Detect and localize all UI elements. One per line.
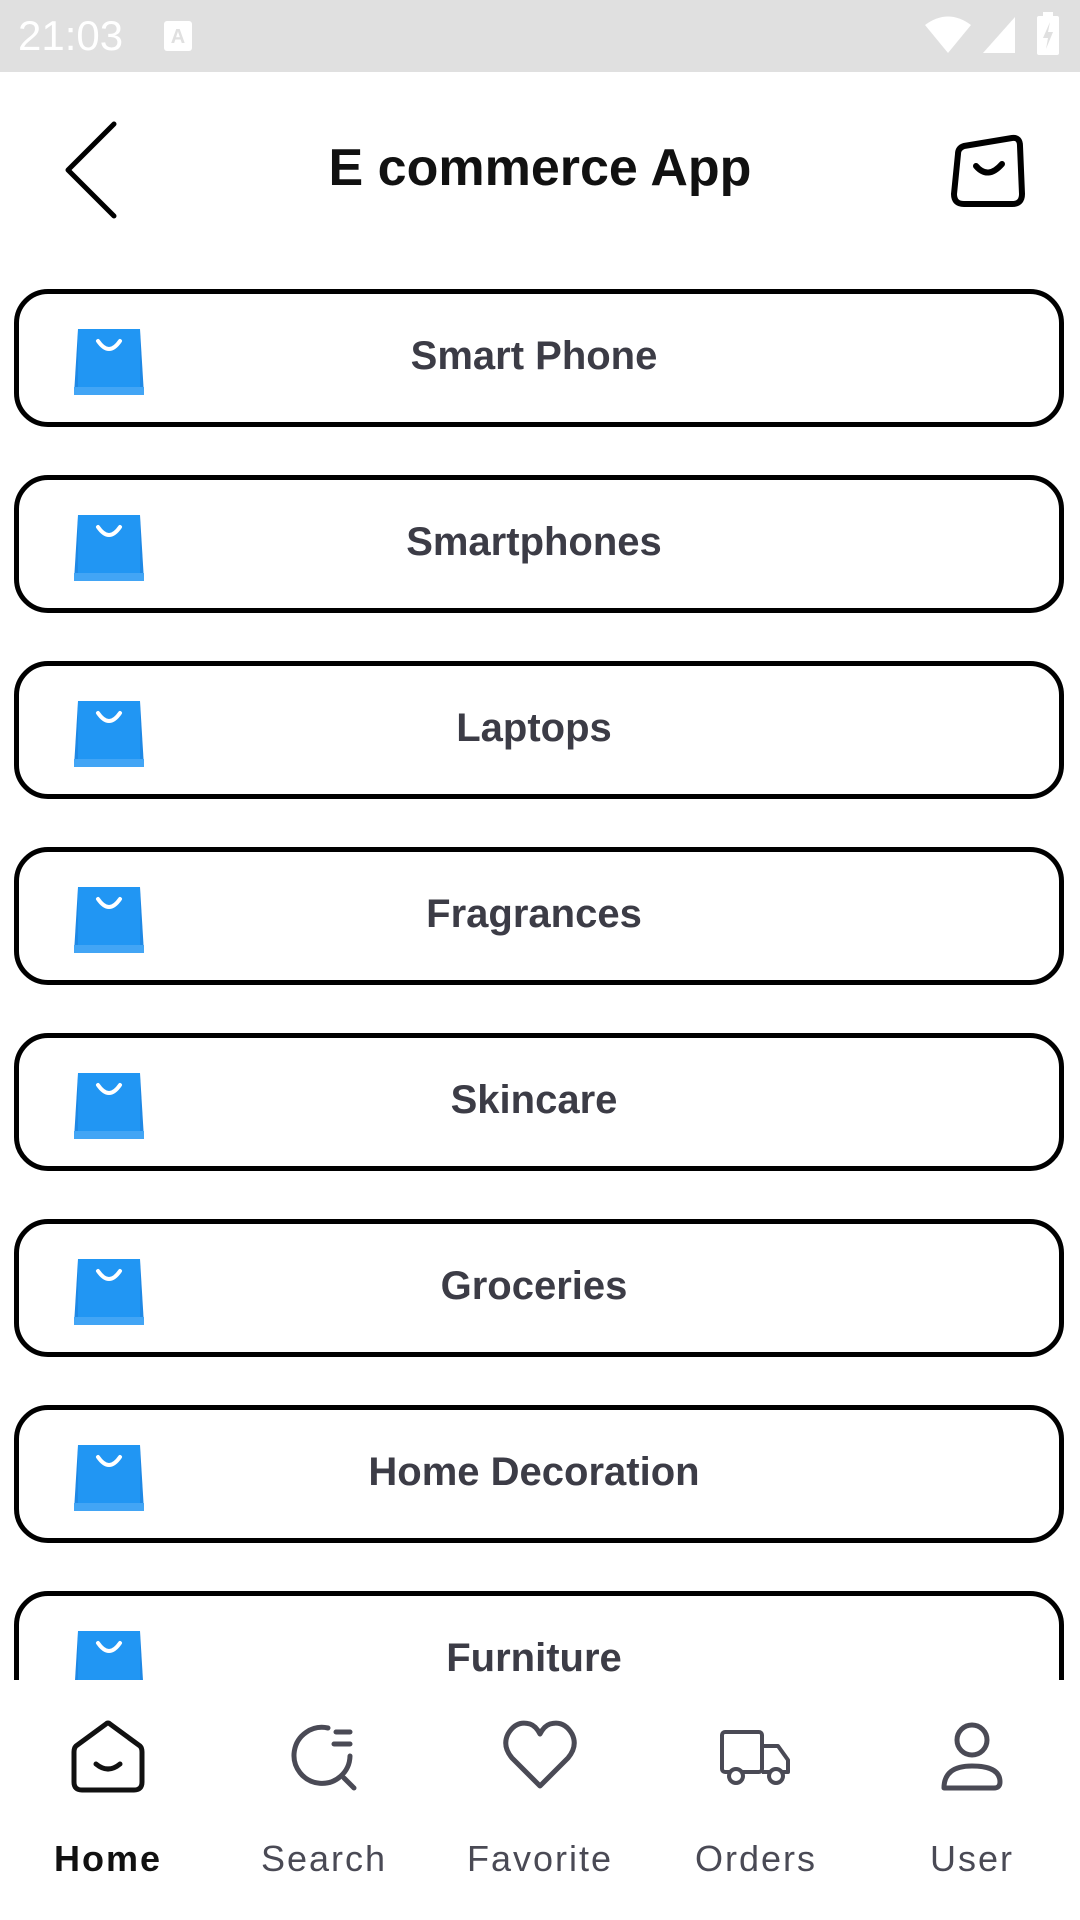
category-label: Smart Phone <box>410 334 658 378</box>
app-bar: E commerce App <box>0 72 1080 262</box>
status-bar: 21:03 A <box>0 0 1080 72</box>
nav-label-home: Home <box>53 1838 163 1879</box>
category-item[interactable]: Home Decoration <box>14 1405 1064 1543</box>
nav-item-orders[interactable]: Orders <box>648 1680 864 1920</box>
category-item[interactable]: Groceries <box>14 1219 1064 1357</box>
truck-icon <box>720 1730 790 1785</box>
search-icon <box>291 1724 357 1791</box>
category-label: Smartphones <box>406 520 662 564</box>
category-item[interactable]: Skincare <box>14 1033 1064 1171</box>
nav-item-home[interactable]: Home <box>0 1680 216 1920</box>
category-label: Laptops <box>456 706 612 750</box>
nav-item-search[interactable]: Search <box>216 1680 432 1920</box>
heart-icon <box>503 1720 577 1789</box>
category-item[interactable]: Smart Phone <box>14 289 1064 427</box>
status-time: 21:03 <box>18 12 124 59</box>
category-list: Smart Phone Smartphones Laptops Fragrances S… <box>0 262 1080 1680</box>
svg-text:A: A <box>171 26 185 48</box>
nav-label-user: User <box>929 1838 1014 1879</box>
bottom-nav: Home Search Favorite Orders User <box>0 1680 1080 1920</box>
nav-item-favorite[interactable]: Favorite <box>432 1680 648 1920</box>
category-label: Groceries <box>440 1264 628 1308</box>
shopping-bag-icon[interactable] <box>948 132 1028 208</box>
category-item[interactable]: Smartphones <box>14 475 1064 613</box>
category-item[interactable]: Furniture <box>14 1591 1064 1680</box>
category-label: Home Decoration <box>368 1450 700 1494</box>
category-item[interactable]: Laptops <box>14 661 1064 799</box>
category-label: Skincare <box>450 1078 618 1122</box>
nav-label-favorite: Favorite <box>466 1838 614 1879</box>
category-label: Fragrances <box>426 892 642 936</box>
battery-icon <box>1037 12 1059 55</box>
nav-label-orders: Orders <box>694 1838 818 1879</box>
signal-icon <box>983 17 1015 53</box>
a-notification-icon: A <box>164 21 192 51</box>
nav-label-search: Search <box>260 1838 388 1879</box>
category-item[interactable]: Fragrances <box>14 847 1064 985</box>
page-title: E commerce App <box>328 139 752 197</box>
nav-item-user[interactable]: User <box>864 1680 1080 1920</box>
screen: 21:03 A E commerce App Smart Phone Smartp… <box>0 0 1080 1920</box>
user-icon <box>941 1722 1003 1791</box>
home-icon <box>71 1720 145 1793</box>
wifi-icon <box>925 16 971 53</box>
category-label: Furniture <box>446 1636 622 1680</box>
